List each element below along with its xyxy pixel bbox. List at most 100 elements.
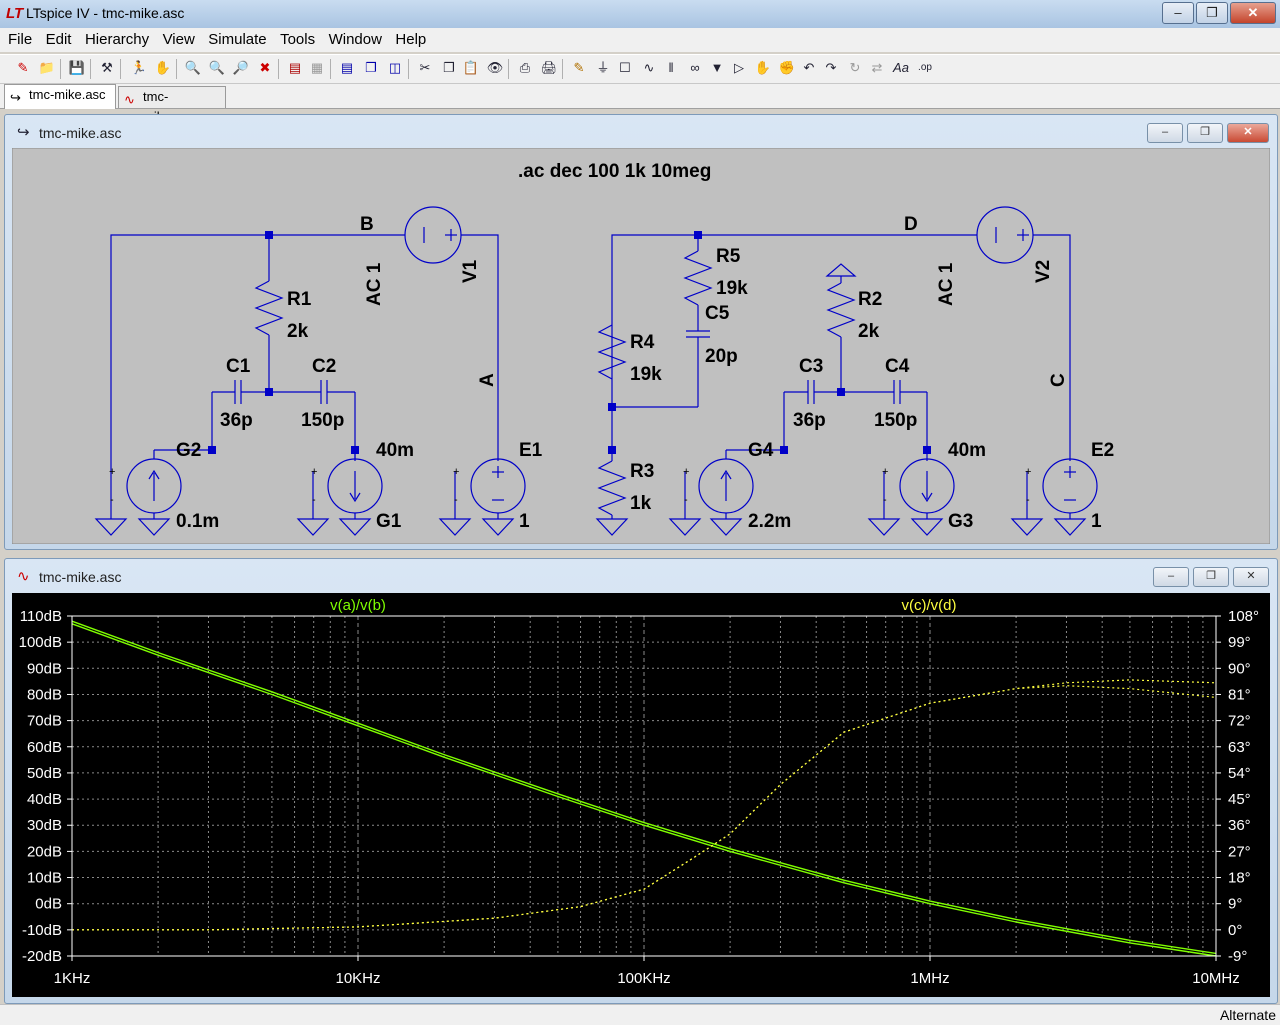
minimize-button[interactable]: – bbox=[1162, 2, 1194, 24]
r5-label[interactable]: R5 bbox=[716, 246, 741, 267]
zoom-fit-icon[interactable]: ✖ bbox=[256, 59, 274, 77]
trace-label-vc-vd[interactable]: v(c)/v(d) bbox=[902, 597, 957, 614]
text-icon[interactable]: Aa bbox=[892, 59, 910, 77]
r3-value[interactable]: 1k bbox=[630, 493, 652, 514]
tab-schematic[interactable]: ↪ tmc-mike.asc bbox=[4, 84, 116, 109]
schematic-maximize-button[interactable]: ❐ bbox=[1187, 123, 1223, 143]
open-folder-icon[interactable]: 📁 bbox=[38, 59, 56, 77]
tab-waveform[interactable]: ∿ tmc-mike.asc bbox=[118, 86, 226, 124]
trace-label-va-vb[interactable]: v(a)/v(b) bbox=[330, 597, 386, 614]
cut-icon[interactable]: ✂ bbox=[416, 59, 434, 77]
r2-value[interactable]: 2k bbox=[858, 321, 880, 342]
net-label-b[interactable]: B bbox=[360, 214, 374, 235]
schematic-close-button[interactable]: ✕ bbox=[1227, 123, 1269, 143]
grid-icon[interactable]: ▦ bbox=[308, 59, 326, 77]
r5-value[interactable]: 19k bbox=[716, 278, 748, 299]
paste-icon[interactable]: 📋 bbox=[462, 59, 480, 77]
control-panel-icon[interactable]: ⚒ bbox=[98, 59, 116, 77]
c4-label[interactable]: C4 bbox=[885, 356, 910, 377]
capacitor-icon[interactable]: ‖ bbox=[662, 59, 680, 77]
component-icon[interactable]: ▷ bbox=[730, 59, 748, 77]
zoom-in-icon[interactable]: 🔍 bbox=[184, 59, 202, 77]
menu-window[interactable]: Window bbox=[325, 28, 386, 48]
c5-label[interactable]: C5 bbox=[705, 303, 730, 324]
cascade-icon[interactable]: ❐ bbox=[362, 59, 380, 77]
menu-simulate[interactable]: Simulate bbox=[204, 28, 270, 48]
c1-label[interactable]: C1 bbox=[226, 356, 251, 377]
v2-label[interactable]: V2 bbox=[1033, 260, 1054, 283]
menu-help[interactable]: Help bbox=[391, 28, 430, 48]
label-net-icon[interactable]: ☐ bbox=[616, 59, 634, 77]
net-label-a[interactable]: A bbox=[477, 373, 498, 387]
waveform-plot[interactable]: v(a)/v(b) v(c)/v(d) 110dB 100dB 90dB 80dB 70… bbox=[12, 593, 1270, 997]
zoom-out-icon[interactable]: 🔎 bbox=[232, 59, 250, 77]
ground-icon[interactable]: ⏚ bbox=[594, 59, 612, 77]
r2-label[interactable]: R2 bbox=[858, 289, 882, 310]
redo-icon[interactable]: ↷ bbox=[822, 59, 840, 77]
waveform-minimize-button[interactable]: – bbox=[1153, 567, 1189, 587]
tile-vertical-icon[interactable]: ◫ bbox=[386, 59, 404, 77]
g2-label[interactable]: G2 bbox=[176, 440, 201, 461]
c2-value[interactable]: 150p bbox=[301, 410, 344, 431]
r4-value[interactable]: 19k bbox=[630, 364, 662, 385]
menu-tools[interactable]: Tools bbox=[276, 28, 319, 48]
drag-icon[interactable]: ✊ bbox=[778, 59, 796, 77]
pan-hand-icon[interactable]: ✋ bbox=[154, 59, 172, 77]
r4-label[interactable]: R4 bbox=[630, 332, 655, 353]
ac-directive[interactable]: .ac dec 100 1k 10meg bbox=[518, 161, 711, 182]
schematic-canvas[interactable]: + - + - + - + - + - + - .ac dec 100 1k 10meg B… bbox=[12, 148, 1270, 544]
move-icon[interactable]: ✋ bbox=[754, 59, 772, 77]
resistor-icon[interactable]: ∿ bbox=[640, 59, 658, 77]
g4-label[interactable]: G4 bbox=[748, 440, 774, 461]
g1-label[interactable]: G1 bbox=[376, 511, 402, 532]
maximize-button[interactable]: ❐ bbox=[1196, 2, 1228, 24]
c5-value[interactable]: 20p bbox=[705, 346, 738, 367]
new-schematic-icon[interactable]: ✎ bbox=[14, 59, 32, 77]
draw-wire-icon[interactable]: ✎ bbox=[570, 59, 588, 77]
v2-value[interactable]: AC 1 bbox=[936, 262, 957, 306]
undo-icon[interactable]: ↶ bbox=[800, 59, 818, 77]
e2-label[interactable]: E2 bbox=[1091, 440, 1114, 461]
rotate-icon[interactable]: ↻ bbox=[846, 59, 864, 77]
menu-file[interactable]: File bbox=[4, 28, 36, 48]
g1-value[interactable]: 40m bbox=[376, 440, 414, 461]
v1-value[interactable]: AC 1 bbox=[364, 262, 385, 306]
c3-label[interactable]: C3 bbox=[799, 356, 823, 377]
r1-label[interactable]: R1 bbox=[287, 289, 312, 310]
schematic-minimize-button[interactable]: – bbox=[1147, 123, 1183, 143]
c1-value[interactable]: 36p bbox=[220, 410, 253, 431]
c4-value[interactable]: 150p bbox=[874, 410, 917, 431]
menu-hierarchy[interactable]: Hierarchy bbox=[81, 28, 153, 48]
spice-directive-icon[interactable]: .op bbox=[916, 59, 934, 77]
net-label-c[interactable]: C bbox=[1048, 373, 1069, 387]
run-icon[interactable]: 🏃 bbox=[130, 59, 148, 77]
e1-label[interactable]: E1 bbox=[519, 440, 543, 461]
waveform-close-button[interactable]: ✕ bbox=[1233, 567, 1269, 587]
r1-value[interactable]: 2k bbox=[287, 321, 309, 342]
diode-icon[interactable]: ▼ bbox=[708, 59, 726, 77]
autorange-icon[interactable]: ▤ bbox=[286, 59, 304, 77]
net-label-d[interactable]: D bbox=[904, 214, 918, 235]
zoom-pan-icon[interactable]: 🔍 bbox=[208, 59, 226, 77]
tile-horizontal-icon[interactable]: ▤ bbox=[338, 59, 356, 77]
save-icon[interactable]: 💾 bbox=[68, 59, 86, 77]
inductor-icon[interactable]: ∞ bbox=[686, 59, 704, 77]
r3-label[interactable]: R3 bbox=[630, 461, 654, 482]
g3-value[interactable]: 40m bbox=[948, 440, 986, 461]
waveform-maximize-button[interactable]: ❐ bbox=[1193, 567, 1229, 587]
print-icon[interactable]: 🖨 bbox=[540, 59, 558, 77]
c3-value[interactable]: 36p bbox=[793, 410, 826, 431]
v1-label[interactable]: V1 bbox=[460, 259, 481, 283]
g4-value[interactable]: 2.2m bbox=[748, 511, 791, 532]
menu-view[interactable]: View bbox=[159, 28, 199, 48]
mirror-icon[interactable]: ⇄ bbox=[868, 59, 886, 77]
c2-label[interactable]: C2 bbox=[312, 356, 336, 377]
g2-value[interactable]: 0.1m bbox=[176, 511, 219, 532]
print-setup-icon[interactable]: ⎙ bbox=[516, 59, 534, 77]
find-icon[interactable]: 👁 bbox=[486, 59, 504, 77]
copy-icon[interactable]: ❐ bbox=[440, 59, 458, 77]
close-button[interactable]: ✕ bbox=[1230, 2, 1276, 24]
e1-value[interactable]: 1 bbox=[519, 511, 530, 532]
g3-label[interactable]: G3 bbox=[948, 511, 973, 532]
menu-edit[interactable]: Edit bbox=[42, 28, 76, 48]
